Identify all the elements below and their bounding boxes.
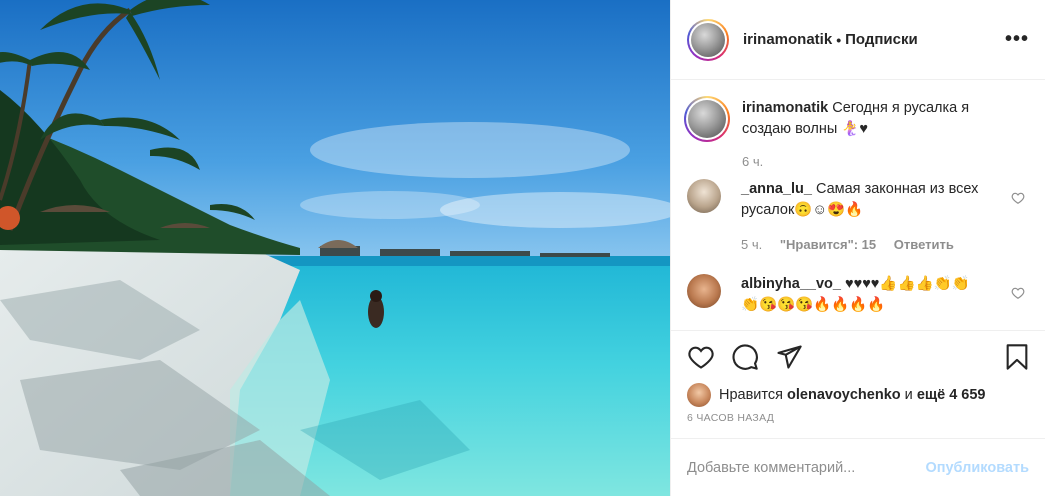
caption: irinamonatik Сегодня я русалка я создаю …: [684, 96, 1029, 169]
caption-username[interactable]: irinamonatik: [742, 100, 828, 116]
following-button[interactable]: Подписки: [845, 31, 918, 48]
post-actions: [671, 330, 1045, 382]
liker-username[interactable]: olenavoychenko: [787, 387, 901, 403]
add-comment-bar: Опубликовать: [671, 438, 1045, 496]
post-panel: irinamonatik • Подписки ••• irinamonatik…: [670, 0, 1045, 496]
comment-item: _anna_lu_ Самая законная из всех русалок…: [687, 179, 1029, 252]
comments-list[interactable]: irinamonatik Сегодня я русалка я создаю …: [671, 80, 1045, 330]
author-username[interactable]: irinamonatik: [743, 31, 832, 48]
commenter-avatar[interactable]: [687, 274, 721, 308]
comment-likes-count[interactable]: "Нравится": 15: [780, 237, 876, 252]
like-comment-heart-icon[interactable]: [1011, 286, 1025, 300]
likes-prefix: Нравится: [719, 387, 783, 403]
post-dialog: irinamonatik • Подписки ••• irinamonatik…: [0, 0, 1045, 496]
comment-item: albinyha__vo_ ♥♥♥♥👍👍👍👏👏👏😘😘😘🔥🔥🔥🔥: [687, 274, 1029, 316]
likes-line: Нравится olenavoychenko и ещё 4 659: [671, 382, 1045, 408]
beach-image: [0, 0, 670, 496]
caption-avatar[interactable]: [684, 96, 730, 142]
likes-count[interactable]: ещё 4 659: [917, 387, 986, 403]
publish-button[interactable]: Опубликовать: [925, 460, 1029, 476]
reply-button[interactable]: Ответить: [894, 237, 954, 252]
post-header: irinamonatik • Подписки •••: [671, 0, 1045, 80]
post-time[interactable]: 6 ЧАСОВ НАЗАД: [671, 408, 1045, 438]
comment-time[interactable]: 5 ч.: [741, 237, 762, 252]
share-icon[interactable]: [775, 343, 803, 371]
post-photo[interactable]: [0, 0, 670, 496]
liker-avatar[interactable]: [687, 383, 711, 407]
comment-username[interactable]: albinyha__vo_: [741, 276, 841, 292]
comment-input[interactable]: [687, 459, 926, 476]
caption-time[interactable]: 6 ч.: [742, 154, 763, 169]
comment-icon[interactable]: [731, 343, 759, 371]
header-separator: •: [836, 31, 842, 48]
commenter-avatar[interactable]: [687, 179, 721, 213]
more-options-icon[interactable]: •••: [1005, 28, 1029, 51]
bookmark-icon[interactable]: [1003, 343, 1031, 371]
comment-username[interactable]: _anna_lu_: [741, 181, 812, 197]
like-comment-heart-icon[interactable]: [1011, 191, 1025, 205]
likes-mid: и: [904, 387, 913, 403]
heart-icon[interactable]: [687, 343, 715, 371]
author-avatar[interactable]: [687, 18, 729, 61]
